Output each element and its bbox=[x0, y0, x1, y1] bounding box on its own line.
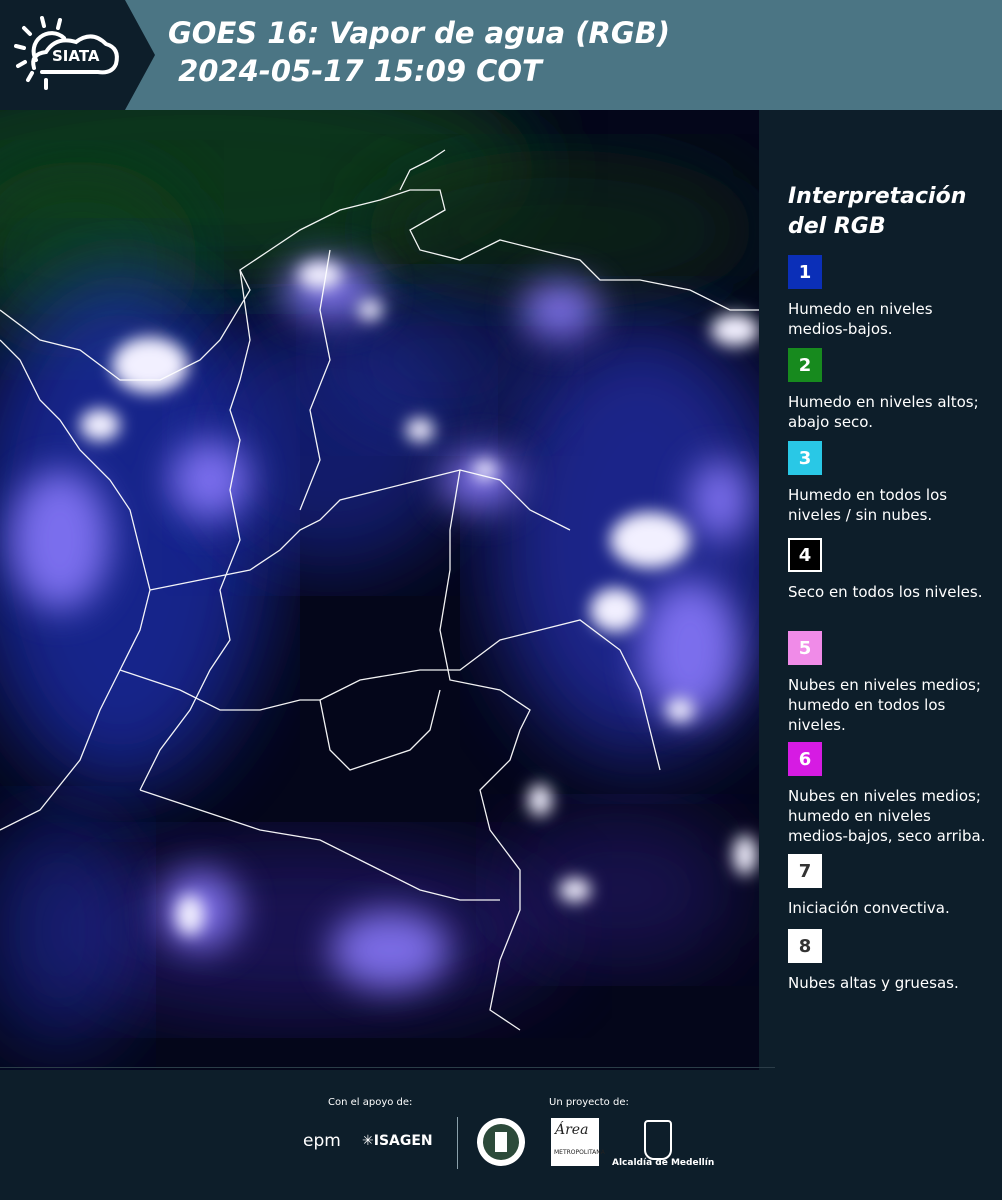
legend-label: Humedo en niveles medios-bajos. bbox=[788, 300, 933, 338]
siata-logo[interactable]: SIATA bbox=[0, 0, 155, 110]
legend-item-4: 4 Seco en todos los niveles. bbox=[788, 538, 993, 602]
legend-label: Humedo en todos los niveles / sin nubes. bbox=[788, 486, 948, 524]
header-bar: SIATA GOES 16: Vapor de agua (RGB) 2024-… bbox=[0, 0, 1002, 110]
footer-divider bbox=[0, 1067, 775, 1068]
legend-item-2: 2 Humedo en niveles altos; abajo seco. bbox=[788, 348, 993, 432]
title-timestamp: 2024-05-17 15:09 COT bbox=[168, 54, 542, 88]
siata-logo-text: SIATA bbox=[52, 47, 100, 65]
medellin-shield-icon bbox=[644, 1120, 672, 1160]
legend-title: Interpretación del RGB bbox=[788, 182, 966, 242]
water-vapor-map bbox=[0, 110, 759, 1070]
legend-title-line1: Interpretación bbox=[788, 184, 967, 209]
legend-label: Nubes en niveles medios; humedo en todos… bbox=[788, 676, 981, 734]
area-metropolitana-logo[interactable]: Área METROPOLITANA bbox=[551, 1118, 605, 1166]
legend-item-8: 8 Nubes altas y gruesas. bbox=[788, 929, 993, 993]
area-logo-text: METROPOLITANA bbox=[554, 1149, 605, 1156]
legend-item-1: 1 Humedo en niveles medios-bajos. bbox=[788, 255, 993, 339]
area-logo-script: Área bbox=[555, 1122, 589, 1138]
footer-separator bbox=[457, 1117, 458, 1169]
isagen-logo-text: ISAGEN bbox=[373, 1133, 433, 1149]
legend-title-line2: del RGB bbox=[788, 214, 886, 239]
legend-label: Seco en todos los niveles. bbox=[788, 583, 983, 601]
legend-label: Nubes altas y gruesas. bbox=[788, 974, 959, 992]
legend-label: Nubes en niveles medios; humedo en nivel… bbox=[788, 787, 986, 845]
legend-swatch: 6 bbox=[788, 742, 822, 776]
footer: Con el apoyo de: Un proyecto de: epm ✳IS… bbox=[0, 1067, 1002, 1200]
support-label: Con el apoyo de: bbox=[328, 1097, 413, 1108]
satellite-image[interactable] bbox=[0, 110, 759, 1070]
legend-label: Iniciación convectiva. bbox=[788, 899, 950, 917]
legend-label: Humedo en niveles altos; abajo seco. bbox=[788, 393, 979, 431]
page-title: GOES 16: Vapor de agua (RGB) 2024-05-17 … bbox=[168, 14, 670, 90]
project-label: Un proyecto de: bbox=[549, 1097, 629, 1108]
legend-item-7: 7 Iniciación convectiva. bbox=[788, 854, 993, 918]
legend-panel: Interpretación del RGB 1 Humedo en nivele… bbox=[760, 110, 1002, 1070]
legend-swatch: 5 bbox=[788, 631, 822, 665]
legend-swatch: 2 bbox=[788, 348, 822, 382]
epm-logo[interactable]: epm bbox=[303, 1131, 341, 1151]
medellin-logo-text[interactable]: Alcaldía de Medellín bbox=[612, 1158, 714, 1168]
university-seal-logo[interactable] bbox=[477, 1118, 525, 1166]
legend-swatch: 7 bbox=[788, 854, 822, 888]
isagen-logo[interactable]: ✳ISAGEN bbox=[362, 1133, 433, 1149]
legend-swatch: 8 bbox=[788, 929, 822, 963]
legend-item-6: 6 Nubes en niveles medios; humedo en nive… bbox=[788, 742, 993, 846]
legend-item-3: 3 Humedo en todos los niveles / sin nubes… bbox=[788, 441, 993, 525]
title-product: GOES 16: Vapor de agua (RGB) bbox=[168, 16, 671, 50]
isagen-star-icon: ✳ bbox=[362, 1133, 374, 1149]
legend-swatch: 1 bbox=[788, 255, 822, 289]
legend-item-5: 5 Nubes en niveles medios; humedo en todo… bbox=[788, 631, 993, 735]
legend-swatch: 3 bbox=[788, 441, 822, 475]
legend-swatch: 4 bbox=[788, 538, 822, 572]
